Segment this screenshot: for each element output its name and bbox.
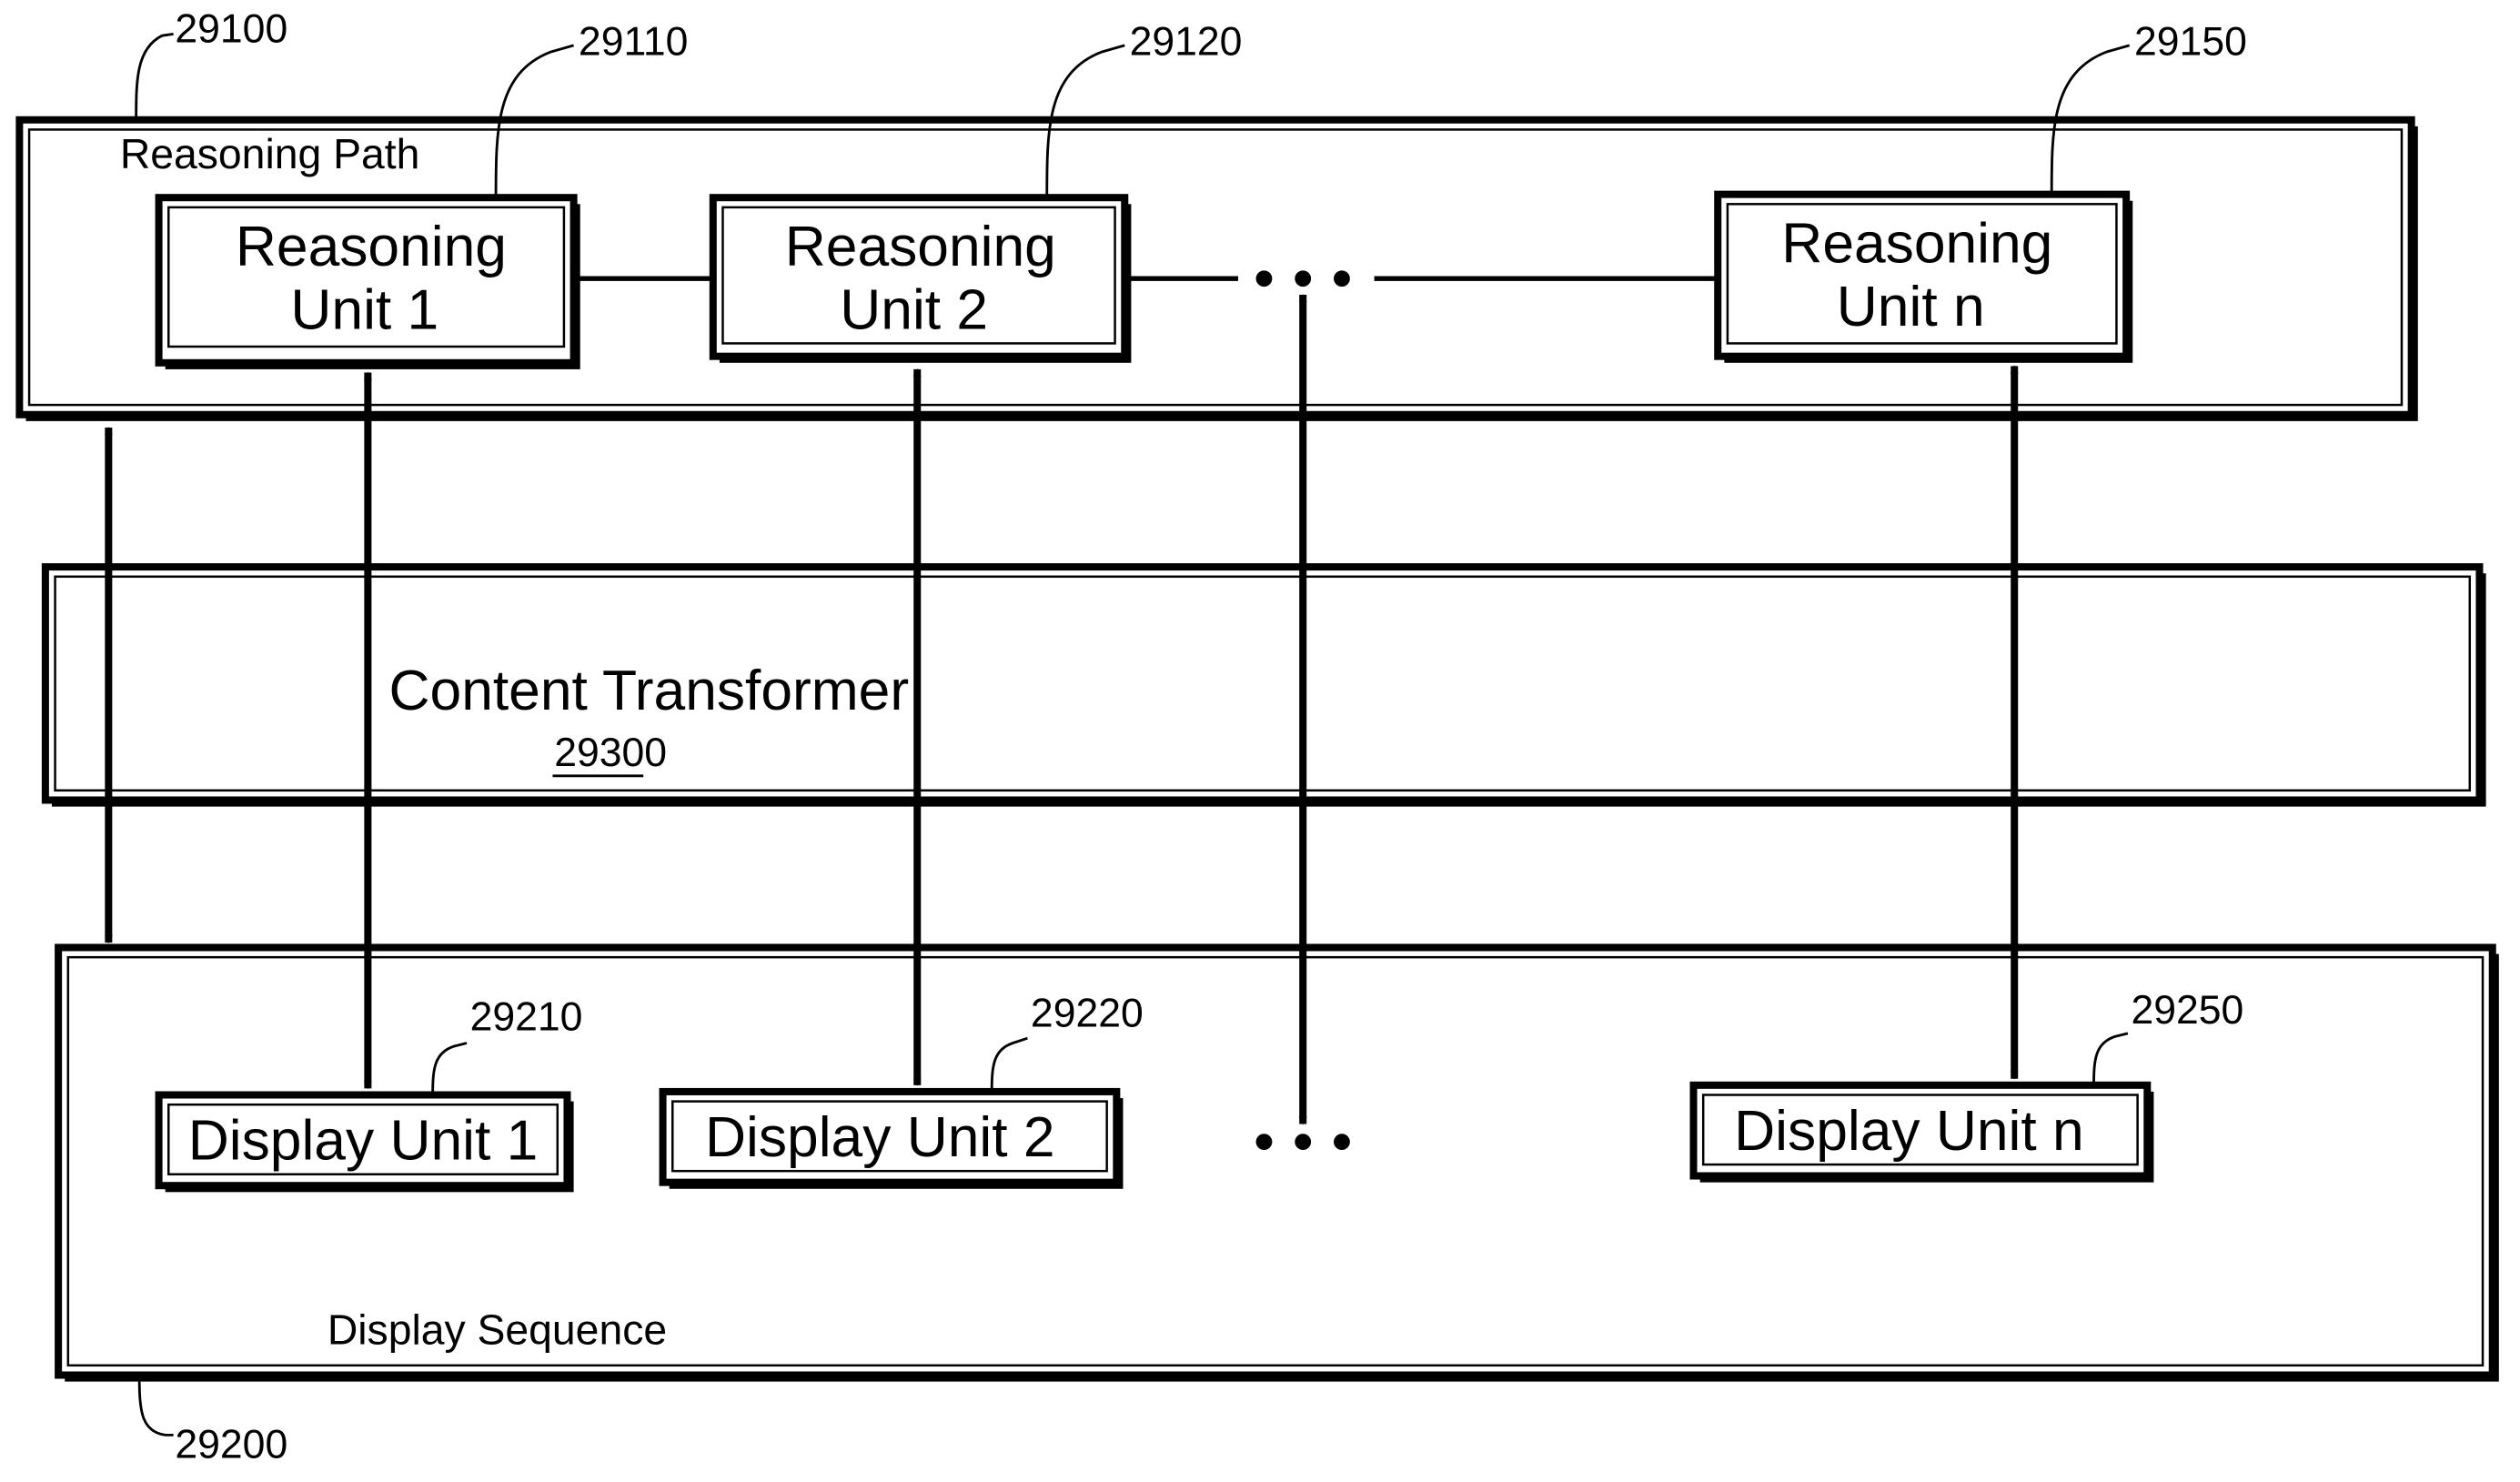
display-sequence-label: Display Sequence xyxy=(328,1306,667,1354)
reasoning-unit-1: Reasoning Unit 1 xyxy=(155,194,580,369)
reasoning-unit-2-line1: Reasoning xyxy=(785,216,1056,278)
ref-number-29100: 29100 xyxy=(175,6,287,51)
ref-number-29220: 29220 xyxy=(1031,992,1144,1036)
reasoning-unit-n-line2: Unit n xyxy=(1837,276,1985,338)
ref-number-29200: 29200 xyxy=(175,1422,287,1467)
reasoning-unit-1-line2: Unit 1 xyxy=(290,278,438,341)
display-unit-2: Display Unit 2 xyxy=(659,1087,1124,1189)
ellipsis-dot xyxy=(1334,1134,1350,1151)
ref-number-29110: 29110 xyxy=(579,20,689,65)
ref-number-29150: 29150 xyxy=(2134,20,2247,65)
content-transformer-box: Content Transformer 29300 xyxy=(41,563,2486,807)
reasoning-unit-2: Reasoning Unit 2 xyxy=(709,194,1132,363)
ref-number-29120: 29120 xyxy=(1130,20,1243,65)
reasoning-unit-1-line1: Reasoning xyxy=(236,216,507,278)
display-unit-n: Display Unit n xyxy=(1689,1081,2154,1183)
ellipsis-dot xyxy=(1334,270,1350,287)
display-unit-2-label: Display Unit 2 xyxy=(705,1106,1055,1169)
display-unit-n-label: Display Unit n xyxy=(1734,1100,2084,1163)
content-transformer-label: Content Transformer xyxy=(389,660,910,722)
display-unit-1-label: Display Unit 1 xyxy=(188,1110,539,1173)
ellipsis-dot xyxy=(1295,1134,1312,1151)
leader-line-29200 xyxy=(137,1381,174,1437)
ref-number-29300: 29300 xyxy=(554,731,667,775)
ref-number-29250: 29250 xyxy=(2131,988,2243,1033)
reasoning-path-label: Reasoning Path xyxy=(120,130,420,177)
ellipsis-dot xyxy=(1295,270,1312,287)
reasoning-unit-n-line1: Reasoning xyxy=(1781,212,2052,275)
leader-line-29100 xyxy=(135,32,174,120)
reasoning-unit-n: Reasoning Unit n xyxy=(1714,190,2133,363)
ellipsis-dot xyxy=(1255,270,1273,287)
ref-number-29210: 29210 xyxy=(470,994,583,1039)
display-unit-1: Display Unit 1 xyxy=(155,1091,574,1193)
reasoning-unit-2-line2: Unit 2 xyxy=(840,278,988,341)
patent-diagram: Reasoning Path 29100 Content Transformer… xyxy=(15,6,2499,1467)
ellipsis-dot xyxy=(1255,1134,1273,1151)
